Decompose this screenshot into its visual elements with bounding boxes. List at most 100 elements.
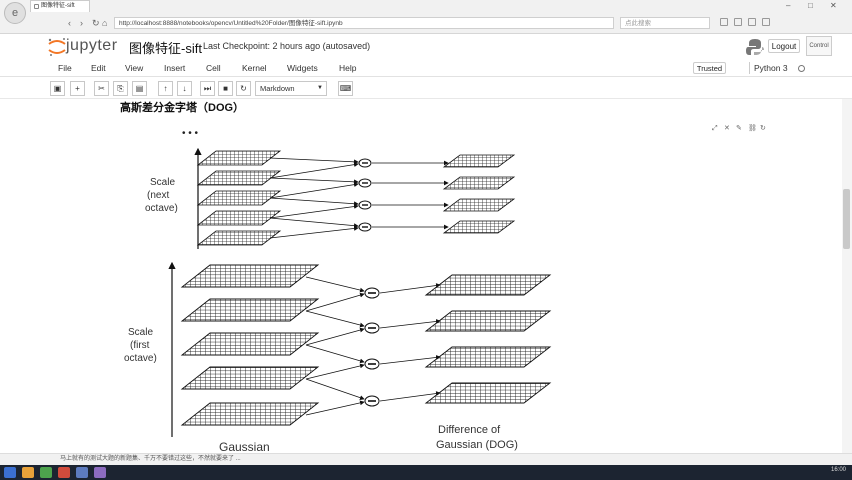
notebook-area: 高斯差分金字塔（DOG） ⤢ ✕ ✎ ⛓ ↻ • • • Scale (next oc bbox=[0, 99, 852, 453]
expand-icon[interactable]: ⤢ bbox=[712, 125, 720, 133]
app-icon[interactable] bbox=[58, 467, 70, 478]
dog-plane-next-4 bbox=[442, 220, 516, 234]
gaussian-plane-next-3 bbox=[196, 190, 282, 206]
run-button[interactable]: ⏭ bbox=[200, 81, 215, 96]
trusted-indicator[interactable]: Trusted bbox=[693, 62, 726, 74]
keyboard-icon: ⌨ bbox=[339, 84, 352, 93]
interrupt-button[interactable]: ■ bbox=[218, 81, 233, 96]
cell-type-value: Markdown bbox=[260, 84, 295, 93]
dog-plane-first-3 bbox=[424, 346, 552, 368]
close-icon[interactable]: ✕ bbox=[830, 1, 837, 11]
minus-ops-first bbox=[364, 287, 380, 407]
chevron-down-icon: ▼ bbox=[317, 85, 323, 91]
forward-icon[interactable]: › bbox=[80, 16, 83, 30]
gaussian-plane-first-2 bbox=[180, 298, 320, 322]
minus-ops-next bbox=[358, 158, 372, 232]
arrow-up-icon: ↑ bbox=[163, 84, 168, 93]
scrollbar[interactable] bbox=[842, 99, 852, 453]
dog-label: Difference of Gaussian (DOG) bbox=[436, 424, 518, 451]
move-down-button[interactable]: ↓ bbox=[177, 81, 192, 96]
close-icon[interactable]: ✕ bbox=[724, 125, 732, 133]
restart-button[interactable]: ↻ bbox=[236, 81, 251, 96]
gaussian-plane-next-1 bbox=[196, 150, 282, 166]
dog-plane-first-2 bbox=[424, 310, 552, 332]
back-icon[interactable]: ‹ bbox=[68, 16, 71, 30]
cut-button[interactable]: ✂ bbox=[94, 81, 109, 96]
cell-type-select[interactable]: Markdown ▼ bbox=[255, 81, 327, 96]
cell-toolbar: ⤢ ✕ ✎ ⛓ ↻ bbox=[712, 117, 772, 132]
refresh-icon[interactable]: ↻ bbox=[760, 125, 768, 133]
dog-plane-next-1 bbox=[442, 154, 516, 168]
jupyter-brand[interactable]: jupyter bbox=[66, 37, 118, 55]
browser-icon[interactable] bbox=[40, 467, 52, 478]
dog-plane-first-1 bbox=[424, 274, 552, 296]
run-icon: ⏭ bbox=[203, 84, 212, 93]
markdown-heading: 高斯差分金字塔（DOG） bbox=[120, 102, 245, 114]
scale-next-line-2: (next bbox=[147, 190, 169, 201]
menu-help[interactable]: Help bbox=[339, 62, 356, 75]
app-icon[interactable] bbox=[94, 467, 106, 478]
tab-bar: 图像特征-sift – □ ✕ bbox=[0, 0, 852, 12]
dog-pyramid-diagram: • • • Scale (next octave) Scale (first o… bbox=[124, 128, 552, 453]
move-up-button[interactable]: ↑ bbox=[158, 81, 173, 96]
address-bar: ‹ › ↻ ⌂ http://localhost:8888/notebooks/… bbox=[68, 16, 628, 30]
menu-view[interactable]: View bbox=[125, 62, 143, 75]
refresh-icon[interactable]: ↻ bbox=[92, 16, 100, 30]
browser-tab[interactable]: 图像特征-sift bbox=[30, 0, 90, 12]
edit-icon[interactable]: ✎ bbox=[736, 125, 744, 133]
menu-widgets[interactable]: Widgets bbox=[287, 62, 318, 75]
gaussian-plane-next-2 bbox=[196, 170, 282, 186]
menu-cell[interactable]: Cell bbox=[206, 62, 221, 75]
copy-icon: ⎘ bbox=[117, 84, 124, 93]
extension-icon[interactable] bbox=[720, 18, 728, 26]
minimize-icon[interactable]: – bbox=[786, 1, 790, 11]
menu-edit[interactable]: Edit bbox=[91, 62, 106, 75]
logout-button[interactable]: Logout bbox=[768, 39, 800, 53]
menu-file[interactable]: File bbox=[58, 62, 72, 75]
dog-label-line-2: Gaussian (DOG) bbox=[436, 439, 518, 451]
start-icon[interactable] bbox=[4, 467, 16, 478]
gaussian-plane-first-3 bbox=[180, 332, 320, 356]
command-palette-button[interactable]: ⌨ bbox=[338, 81, 353, 96]
scrollbar-thumb[interactable] bbox=[843, 189, 850, 249]
browser-status-bar: 马上就有的测试大题的新题集、千万不要错过这些，不然就要来了 ... bbox=[0, 453, 852, 465]
settings-icon[interactable] bbox=[762, 18, 770, 26]
kernel-name: Python 3 bbox=[754, 63, 788, 73]
url-input[interactable]: http://localhost:8888/notebooks/opencv/U… bbox=[114, 17, 614, 29]
scale-first-label: Scale (first octave) bbox=[124, 327, 157, 364]
jupyter-header: jupyter 图像特征-sift Last Checkpoint: 2 hou… bbox=[0, 34, 852, 61]
link-icon[interactable]: ⛓ bbox=[748, 125, 757, 133]
notebook-title[interactable]: 图像特征-sift bbox=[129, 38, 202, 57]
status-text: 马上就有的测试大题的新题集、千万不要错过这些，不然就要来了 ... bbox=[60, 456, 241, 462]
python-logo-icon bbox=[746, 39, 764, 55]
control-panel-button[interactable]: Control bbox=[806, 36, 832, 56]
menu-insert[interactable]: Insert bbox=[164, 62, 185, 75]
jupyter-logo-icon[interactable] bbox=[46, 36, 68, 58]
copy-button[interactable]: ⎘ bbox=[113, 81, 128, 96]
browser-chrome: 图像特征-sift – □ ✕ e ‹ › ↻ ⌂ http://localho… bbox=[0, 0, 852, 34]
kernel-status-icon bbox=[798, 65, 805, 72]
history-icon[interactable] bbox=[748, 18, 756, 26]
download-icon[interactable] bbox=[734, 18, 742, 26]
browser-search-input[interactable]: 点此搜索 bbox=[620, 17, 710, 29]
maximize-icon[interactable]: □ bbox=[808, 1, 813, 11]
scale-next-label: Scale (next octave) bbox=[145, 177, 178, 214]
tab-title: 图像特征-sift bbox=[41, 3, 75, 9]
gaussian-plane-next-5 bbox=[196, 230, 282, 246]
explorer-icon[interactable] bbox=[22, 467, 34, 478]
browser-logo-icon[interactable]: e bbox=[4, 2, 26, 24]
insert-cell-button[interactable]: + bbox=[70, 81, 85, 96]
home-icon[interactable]: ⌂ bbox=[102, 16, 107, 30]
plus-icon: + bbox=[75, 84, 80, 93]
scale-first-line-2: (first bbox=[130, 340, 150, 351]
menu-kernel[interactable]: Kernel bbox=[242, 62, 267, 75]
checkpoint-status: Last Checkpoint: 2 hours ago (autosaved) bbox=[203, 41, 371, 51]
gaussian-plane-next-4 bbox=[196, 210, 282, 226]
arrow-down-icon: ↓ bbox=[182, 84, 187, 93]
paste-button[interactable]: ▤ bbox=[132, 81, 147, 96]
app-icon[interactable] bbox=[76, 467, 88, 478]
stop-icon: ■ bbox=[223, 84, 228, 93]
restart-icon: ↻ bbox=[240, 84, 247, 93]
clock: 16:00 bbox=[830, 467, 846, 473]
save-button[interactable]: ▣ bbox=[50, 81, 65, 96]
